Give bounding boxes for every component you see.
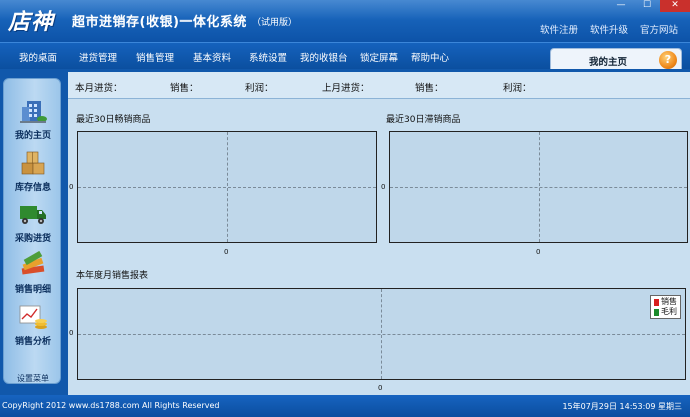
best-sellers-title: 最近30日畅销商品 xyxy=(76,115,151,125)
sidebar-item-my-home[interactable]: 我的主页 xyxy=(4,97,62,141)
y-tick-label: 0 xyxy=(381,183,386,191)
last-month-profit-label: 利润： xyxy=(503,83,532,94)
legend-label: 销售 xyxy=(661,297,677,306)
chart-gridline xyxy=(390,187,687,188)
minimize-icon[interactable]: — xyxy=(608,0,634,12)
sidebar-item-label: 采购进货 xyxy=(14,234,51,244)
sidebar-item-label: 销售分析 xyxy=(14,337,51,347)
books-icon xyxy=(21,251,45,275)
menu-system-settings[interactable]: 系统设置 xyxy=(249,50,287,64)
menu-sales-mgmt[interactable]: 销售管理 xyxy=(136,50,174,64)
month-purchase-label: 本月进货： xyxy=(75,83,123,94)
boxes-icon xyxy=(21,151,45,175)
legend-swatch xyxy=(654,298,659,306)
maximize-icon[interactable]: ☐ xyxy=(634,0,660,12)
menu-my-desktop[interactable]: 我的桌面 xyxy=(19,50,57,64)
sidebar-item-label: 销售明细 xyxy=(14,285,51,295)
chart-gridline xyxy=(78,187,376,188)
tab-my-home[interactable]: 我的主页 ? xyxy=(550,48,682,70)
last-month-sales-label: 销售： xyxy=(415,83,444,94)
sidebar-item-inventory[interactable]: 库存信息 xyxy=(4,149,62,193)
tab-my-home-label: 我的主页 xyxy=(589,57,628,68)
slow-sellers-chart xyxy=(389,131,688,243)
x-tick-label: 0 xyxy=(378,384,383,392)
monthly-report-title: 本年度月销售报表 xyxy=(76,271,149,281)
clock-text: 15年07月29日 14:53:09 星期三 xyxy=(562,402,682,411)
menu-lock-screen[interactable]: 锁定屏幕 xyxy=(360,50,398,64)
y-tick-label: 0 xyxy=(69,329,74,337)
chart-gridline xyxy=(78,334,685,335)
chart-coins-icon xyxy=(19,305,47,329)
sidebar-item-sales-analysis[interactable]: 销售分析 xyxy=(4,303,62,347)
main-panel: 本月进货： 销售： 利润： 上月进货： 销售： 利润： 最近30日畅销商品 最近… xyxy=(68,72,690,395)
menu-basic-data[interactable]: 基本资料 xyxy=(193,50,231,64)
month-profit-label: 利润： xyxy=(245,83,274,94)
help-icon[interactable]: ? xyxy=(659,51,677,69)
app-edition: （试用版） xyxy=(252,18,298,28)
legend-label: 毛利 xyxy=(661,307,677,316)
chart-legend: 销售 毛利 xyxy=(650,295,681,319)
x-tick-label: 0 xyxy=(536,248,541,256)
copyright-text: CopyRight 2012 www.ds1788.com All Rights… xyxy=(2,401,220,410)
y-tick-label: 0 xyxy=(69,183,74,191)
window-controls: — ☐ ✕ xyxy=(608,0,690,12)
upgrade-link[interactable]: 软件升级 xyxy=(590,22,628,36)
close-icon[interactable]: ✕ xyxy=(660,0,690,12)
sidebar-item-label: 我的主页 xyxy=(14,131,51,141)
sidebar-item-sales-detail[interactable]: 销售明细 xyxy=(4,251,62,295)
top-links: 软件注册 软件升级 官方网站 xyxy=(540,22,678,36)
menu-purchase-mgmt[interactable]: 进货管理 xyxy=(79,50,117,64)
sidebar: 我的主页 库存信息 采购进货 销售明细 销售分析 设置菜单 xyxy=(3,78,61,384)
sidebar-item-purchase[interactable]: 采购进货 xyxy=(4,200,62,244)
last-month-purchase-label: 上月进货： xyxy=(322,83,370,94)
best-sellers-chart xyxy=(77,131,377,243)
app-logo: 店神 xyxy=(8,9,55,35)
status-bar: CopyRight 2012 www.ds1788.com All Rights… xyxy=(0,395,690,417)
monthly-report-chart: 销售 毛利 xyxy=(77,288,686,380)
official-site-link[interactable]: 官方网站 xyxy=(640,22,678,36)
stats-bar: 本月进货： 销售： 利润： 上月进货： 销售： 利润： xyxy=(68,72,690,99)
x-tick-label: 0 xyxy=(224,248,229,256)
legend-swatch xyxy=(654,308,659,316)
truck-icon xyxy=(20,206,46,224)
app-title-reflection: 超市进销存(收银)一体化系统 xyxy=(72,15,247,24)
slow-sellers-title: 最近30日滞销商品 xyxy=(386,115,461,125)
legend-item-gross-profit: 毛利 xyxy=(654,307,677,317)
building-icon xyxy=(20,101,47,123)
register-link[interactable]: 软件注册 xyxy=(540,22,578,36)
menu-help-center[interactable]: 帮助中心 xyxy=(411,50,449,64)
month-sales-label: 销售： xyxy=(170,83,199,94)
legend-item-sales: 销售 xyxy=(654,297,677,307)
sidebar-item-label: 库存信息 xyxy=(14,183,51,193)
settings-menu-link[interactable]: 设置菜单 xyxy=(4,373,62,384)
menu-my-cashier[interactable]: 我的收银台 xyxy=(300,50,348,64)
title-bar: 店神 超市进销存(收银)一体化系统 超市进销存(收银)一体化系统 （试用版） 软… xyxy=(0,0,690,42)
